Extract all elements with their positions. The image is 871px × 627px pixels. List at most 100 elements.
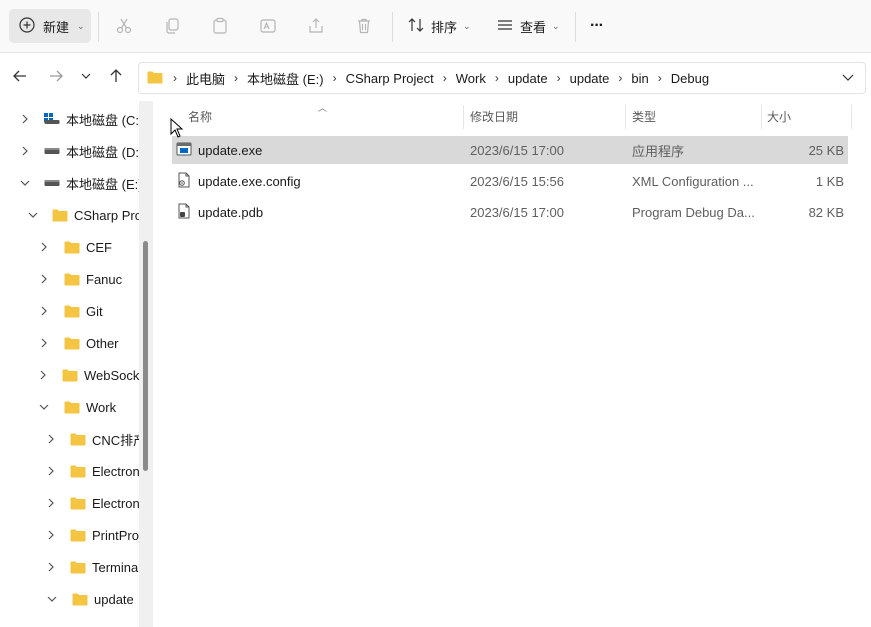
breadcrumb-separator-icon: › <box>234 71 239 85</box>
sort-button-label: 排序 <box>431 19 458 35</box>
breadcrumb-item[interactable]: 本地磁盘 (E:) <box>247 69 324 88</box>
folder-icon <box>64 241 80 254</box>
breadcrumb-item[interactable]: update <box>508 71 548 86</box>
column-header-name[interactable]: 名称 <box>188 101 458 131</box>
folder-icon <box>64 273 80 286</box>
column-divider[interactable] <box>625 105 626 129</box>
breadcrumb-separator-icon: › <box>556 71 561 85</box>
sidebar-item-label: 本地磁盘 (E:) <box>66 176 139 192</box>
file-row-update-exe-config[interactable]: update.exe.config 2023/6/15 15:56 XML Co… <box>172 167 848 195</box>
chevron-right-icon[interactable] <box>46 529 56 541</box>
sidebar-item-label: Terminal <box>92 559 139 575</box>
sidebar-item[interactable]: Electronic <box>46 459 139 483</box>
chevron-right-icon[interactable] <box>20 113 30 125</box>
file-size: 82 KB <box>808 204 844 220</box>
file-row-update-pdb[interactable]: update.pdb 2023/6/15 17:00 Program Debug… <box>172 198 848 226</box>
pdb-file-icon <box>176 203 192 222</box>
breadcrumb-item[interactable]: bin <box>631 71 648 86</box>
chevron-right-icon[interactable] <box>38 337 50 349</box>
breadcrumb-item[interactable]: CSharp Project <box>346 71 434 86</box>
sidebar-item[interactable]: Work <box>38 395 139 419</box>
address-bar[interactable]: › 此电脑 › 本地磁盘 (E:) › CSharp Project › Wor… <box>138 62 866 94</box>
file-modified-date: 2023/6/15 17:00 <box>470 142 564 158</box>
new-button[interactable]: 新建 ⌄ <box>9 9 91 43</box>
sidebar-scrollbar-thumb[interactable] <box>143 241 148 471</box>
plus-circle-icon <box>19 16 35 36</box>
breadcrumb-separator-icon: › <box>618 71 623 85</box>
file-type: Program Debug Da... <box>632 204 755 220</box>
chevron-right-icon[interactable] <box>20 145 30 157</box>
chevron-right-icon[interactable] <box>46 497 56 509</box>
drive-icon <box>44 178 60 188</box>
breadcrumb-item[interactable]: Work <box>456 71 486 86</box>
file-row-update-exe[interactable]: update.exe 2023/6/15 17:00 应用程序 25 KB <box>172 136 848 164</box>
sidebar-item-label: CNC排产 <box>92 432 139 448</box>
file-modified-date: 2023/6/15 17:00 <box>470 204 564 220</box>
breadcrumb-item[interactable]: update <box>570 71 610 86</box>
sidebar-item-label: Electronic <box>92 495 139 511</box>
column-header-size[interactable]: 大小 <box>767 101 847 131</box>
address-history-chevron-icon[interactable] <box>841 70 855 87</box>
drive-c-icon <box>44 113 60 125</box>
column-divider[interactable] <box>463 105 464 129</box>
paste-icon[interactable] <box>208 14 232 38</box>
chevron-right-icon[interactable] <box>38 241 50 253</box>
chevron-down-icon: ⌄ <box>552 20 560 31</box>
sidebar-item[interactable]: WebSocke <box>38 363 139 387</box>
share-icon[interactable] <box>304 14 328 38</box>
chevron-down-icon[interactable] <box>38 401 50 413</box>
column-divider[interactable] <box>851 105 852 129</box>
chevron-right-icon[interactable] <box>38 273 50 285</box>
sort-button[interactable]: 排序 ⌄ <box>407 14 471 38</box>
more-options-button[interactable]: ··· <box>590 14 604 38</box>
copy-icon[interactable] <box>160 14 184 38</box>
sort-arrows-icon <box>407 16 425 37</box>
rename-icon[interactable] <box>256 14 280 38</box>
sidebar-item[interactable]: Electronic <box>46 491 139 515</box>
more-ellipsis-icon: ··· <box>590 17 604 34</box>
sidebar-item-label: PrintProje <box>92 527 139 543</box>
sidebar-item-label: CEF <box>86 239 112 255</box>
file-name: update.pdb <box>198 204 264 220</box>
file-modified-date: 2023/6/15 15:56 <box>470 173 564 189</box>
chevron-down-icon[interactable] <box>20 177 30 189</box>
breadcrumb-item[interactable]: Debug <box>671 71 709 86</box>
file-type: XML Configuration ... <box>632 173 754 189</box>
up-arrow-icon[interactable] <box>106 66 126 86</box>
forward-arrow-icon[interactable] <box>46 66 66 86</box>
toolbar-divider <box>98 12 99 42</box>
chevron-right-icon[interactable] <box>46 561 56 573</box>
column-header-type[interactable]: 类型 <box>632 101 760 131</box>
sidebar-item[interactable]: CEF <box>38 235 139 259</box>
sidebar-item[interactable]: 本地磁盘 (D:) <box>20 139 139 163</box>
chevron-right-icon[interactable] <box>38 369 48 381</box>
back-arrow-icon[interactable] <box>10 66 30 86</box>
sidebar-item[interactable]: Terminal <box>46 555 139 579</box>
sidebar-item[interactable]: 本地磁盘 (E:) <box>20 171 139 195</box>
mouse-cursor-icon <box>170 117 184 141</box>
view-lines-icon <box>496 16 514 37</box>
recent-locations-chevron-icon[interactable] <box>76 66 96 86</box>
sidebar-item[interactable]: CSharp Proje <box>28 203 139 227</box>
delete-icon[interactable] <box>352 14 376 38</box>
sidebar-item[interactable]: update <box>46 587 139 611</box>
column-divider[interactable] <box>761 105 762 129</box>
sidebar-item[interactable]: Fanuc <box>38 267 139 291</box>
chevron-right-icon[interactable] <box>46 465 56 477</box>
navigation-bar: › 此电脑 › 本地磁盘 (E:) › CSharp Project › Wor… <box>0 54 871 100</box>
view-button[interactable]: 查看 ⌄ <box>496 14 560 38</box>
breadcrumb-separator-icon: › <box>173 71 177 85</box>
sidebar-item[interactable]: Other <box>38 331 139 355</box>
breadcrumb-item[interactable]: 此电脑 <box>186 69 225 88</box>
column-header-date[interactable]: 修改日期 <box>470 101 620 131</box>
breadcrumb-separator-icon: › <box>494 71 499 85</box>
chevron-down-icon[interactable] <box>28 209 38 221</box>
sidebar-item[interactable]: PrintProje <box>46 523 139 547</box>
chevron-right-icon[interactable] <box>46 433 56 445</box>
sidebar-item[interactable]: Git <box>38 299 139 323</box>
cut-icon[interactable] <box>112 14 136 38</box>
sidebar-item[interactable]: 本地磁盘 (C:) <box>20 107 139 131</box>
chevron-down-icon[interactable] <box>46 593 58 605</box>
sidebar-item[interactable]: CNC排产 <box>46 427 139 451</box>
chevron-right-icon[interactable] <box>38 305 50 317</box>
